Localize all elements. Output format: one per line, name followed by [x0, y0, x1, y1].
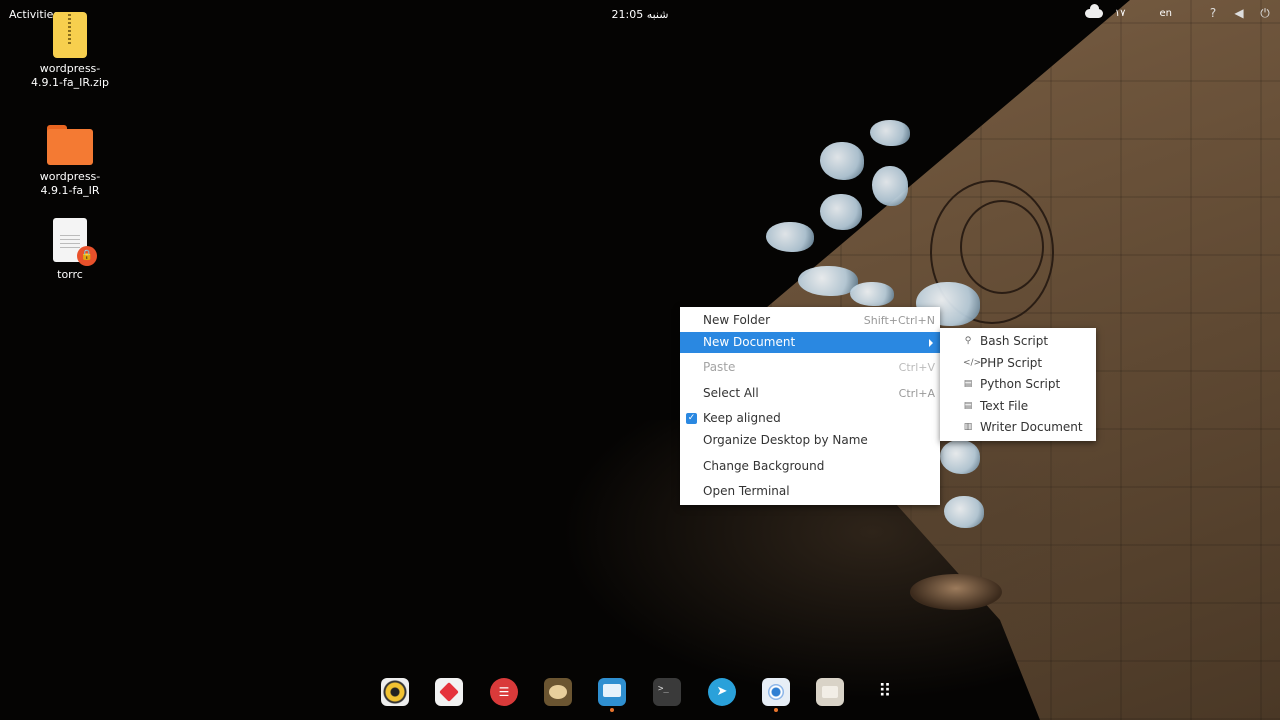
menu-item-label: Paste: [703, 360, 736, 374]
orchid-stem: [960, 200, 1044, 294]
submenu-arrow-icon: [929, 339, 933, 347]
desktop-icon-label: wordpress-: [39, 62, 101, 75]
desktop-icon-label: torrc: [57, 268, 83, 281]
menu-item-label: Open Terminal: [703, 484, 790, 498]
zip-archive-icon: [53, 12, 87, 58]
desktop-icon-folder[interactable]: wordpress- 4.9.1-fa_IR: [20, 121, 120, 198]
writer-document-icon: ▥: [963, 422, 973, 432]
desktop-icon-label: 4.9.1-fa_IR: [40, 184, 100, 197]
flower-pot: [910, 574, 1002, 610]
network-icon[interactable]: ?: [1206, 6, 1220, 20]
system-tray[interactable]: ۱۷ en ? ◀ ⏻: [1084, 3, 1272, 20]
submenu-item-label: Writer Document: [980, 420, 1083, 434]
submenu-item-label: Python Script: [980, 377, 1061, 391]
text-file-icon: ▤: [963, 401, 973, 411]
orchid-flower: [766, 222, 814, 252]
code-icon: </>: [963, 358, 982, 368]
desktop-icon-torrc[interactable]: 🔒 torrc: [20, 218, 120, 282]
menu-item-label: Change Background: [703, 459, 825, 473]
submenu-item-bash-script[interactable]: ⚲ Bash Script: [940, 331, 1096, 352]
telegram-icon[interactable]: ➤: [708, 678, 736, 706]
orchid-flower: [820, 194, 862, 230]
menu-item-label: Select All: [703, 386, 759, 400]
submenu-item-writer-document[interactable]: ▥ Writer Document: [940, 417, 1096, 438]
power-icon[interactable]: ⏻: [1258, 6, 1272, 20]
bash-script-icon: ⚲: [964, 336, 972, 346]
menu-item-label: New Folder: [703, 313, 771, 327]
menu-item-open-terminal[interactable]: Open Terminal: [680, 481, 940, 502]
volume-icon[interactable]: ◀: [1232, 6, 1246, 20]
new-document-submenu: ⚲ Bash Script </> PHP Script ▤ Python Sc…: [940, 328, 1096, 441]
files-icon[interactable]: [816, 678, 844, 706]
desktop-icon-label: wordpress-: [39, 170, 101, 183]
running-indicator: [610, 708, 614, 712]
app-red-diamond-icon[interactable]: [435, 678, 463, 706]
menu-item-accelerator: Shift+Ctrl+N: [863, 314, 935, 327]
submenu-item-label: PHP Script: [980, 356, 1043, 370]
submenu-item-label: Bash Script: [980, 334, 1049, 348]
menu-item-label: Keep aligned: [703, 411, 781, 425]
dock: ☰ >_ ➤ ⠿: [372, 668, 912, 718]
orchid-flower: [872, 166, 908, 206]
top-bar: Activities شنبه 21:05 ۱۷ en ? ◀ ⏻: [0, 0, 1280, 28]
language-indicator[interactable]: en: [1160, 8, 1173, 19]
running-indicator: [774, 708, 778, 712]
menu-item-organize-by-name[interactable]: Organize Desktop by Name: [680, 430, 940, 451]
chromium-icon[interactable]: [762, 678, 790, 706]
menu-item-keep-aligned[interactable]: ✓ Keep aligned: [680, 408, 940, 429]
text-file-locked-icon: 🔒: [53, 218, 97, 266]
desktop-icon-label: 4.9.1-fa_IR.zip: [31, 76, 109, 89]
menu-item-select-all[interactable]: Select All Ctrl+A: [680, 383, 940, 404]
orchid-flower: [820, 142, 864, 180]
terminal-icon[interactable]: >_: [653, 678, 681, 706]
submenu-item-label: Text File: [980, 399, 1029, 413]
orchid-flower: [798, 266, 858, 296]
gimp-icon[interactable]: [544, 678, 572, 706]
weather-icon[interactable]: [1084, 3, 1103, 18]
menu-item-change-background[interactable]: Change Background: [680, 456, 940, 477]
menu-item-label: Organize Desktop by Name: [703, 433, 868, 447]
screenshot-app-icon[interactable]: [598, 678, 626, 706]
document-icon: ▤: [963, 379, 973, 389]
orchid-flower: [940, 440, 980, 474]
menu-item-new-document[interactable]: New Document: [680, 332, 940, 353]
folder-icon: [47, 125, 93, 165]
menu-item-new-folder[interactable]: New Folder Shift+Ctrl+N: [680, 310, 940, 331]
orchid-flower: [870, 120, 910, 146]
desktop-context-menu: New Folder Shift+Ctrl+N New Document Pas…: [680, 307, 940, 505]
lock-icon: 🔒: [77, 246, 97, 266]
submenu-item-text-file[interactable]: ▤ Text File: [940, 396, 1096, 417]
show-apps-grid-icon[interactable]: ⠿: [871, 678, 899, 706]
orchid-flower: [850, 282, 894, 306]
menu-item-accelerator: Ctrl+A: [898, 387, 935, 400]
menu-item-paste[interactable]: Paste Ctrl+V: [680, 357, 940, 378]
submenu-item-php-script[interactable]: </> PHP Script: [940, 353, 1096, 374]
submenu-item-python-script[interactable]: ▤ Python Script: [940, 374, 1096, 395]
menu-item-label: New Document: [703, 335, 796, 349]
rhythmbox-icon[interactable]: [381, 678, 409, 706]
checkbox-checked-icon[interactable]: ✓: [686, 413, 697, 424]
orchid-flower: [944, 496, 984, 528]
tray-number[interactable]: ۱۷: [1115, 8, 1126, 19]
app-red-round-icon[interactable]: ☰: [490, 678, 518, 706]
desktop-icon-zip[interactable]: wordpress- 4.9.1-fa_IR.zip: [20, 12, 120, 90]
menu-item-accelerator: Ctrl+V: [898, 361, 935, 374]
